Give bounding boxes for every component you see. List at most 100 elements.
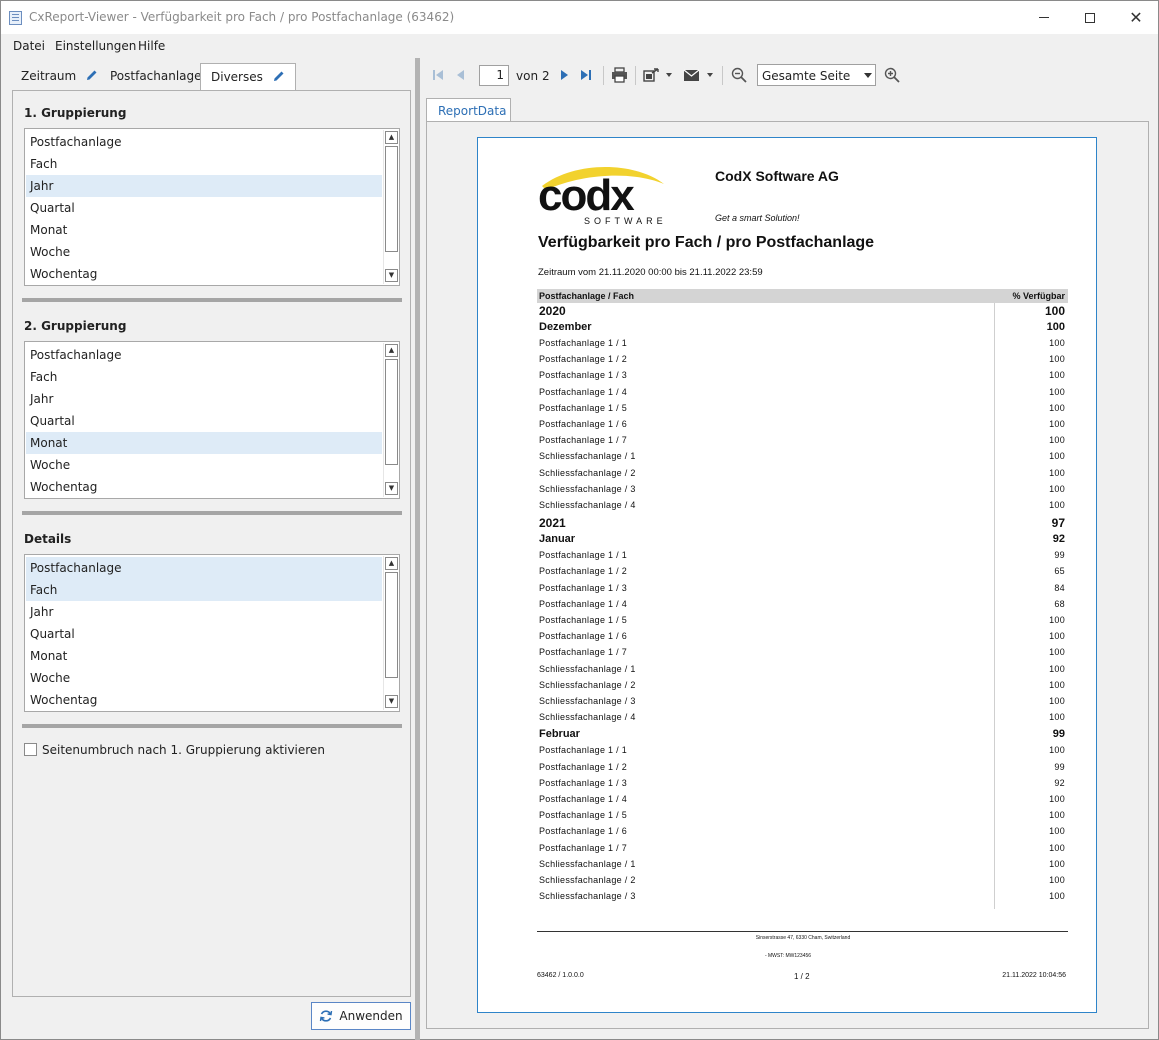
menu-datei[interactable]: Datei: [13, 39, 45, 53]
row-label: Postfachanlage 1 / 7: [539, 647, 628, 658]
menu-bar: Datei Einstellungen Hilfe: [1, 36, 1158, 58]
footer-version: 63462 / 1.0.0.0: [537, 972, 584, 979]
list-item[interactable]: Postfachanlage: [26, 557, 382, 579]
row-value: 99: [1054, 761, 1065, 772]
minimize-button[interactable]: [1021, 1, 1067, 34]
list-item[interactable]: Woche: [26, 241, 382, 263]
apply-button[interactable]: Anwenden: [311, 1002, 411, 1030]
list-splitter[interactable]: [22, 724, 402, 728]
list-item[interactable]: Woche: [26, 454, 382, 476]
next-page-button[interactable]: [558, 67, 572, 83]
list-item[interactable]: Fach: [26, 366, 382, 388]
scroll-up-icon[interactable]: ▲: [385, 131, 398, 144]
grouping-1-list[interactable]: Postfachanlage Fach Jahr Quartal Monat W…: [24, 128, 400, 286]
scrollbar[interactable]: ▲ ▼: [383, 130, 398, 284]
row-label: Januar: [539, 533, 576, 546]
row-value: 100: [1049, 679, 1065, 690]
row-value: 100: [1049, 858, 1065, 869]
list-item[interactable]: Jahr: [26, 175, 382, 197]
viewer-toolbar: 1 von 2 Gesamte Seite: [425, 61, 1155, 89]
diverses-panel: 1. Gruppierung Postfachanlage Fach Jahr …: [12, 90, 411, 997]
list-item[interactable]: Wochentag: [26, 476, 382, 498]
row-value: 100: [1049, 712, 1065, 723]
grouping-2-list[interactable]: Postfachanlage Fach Jahr Quartal Monat W…: [24, 341, 400, 499]
list-item[interactable]: Quartal: [26, 197, 382, 219]
page-break-checkbox[interactable]: [24, 743, 37, 756]
row-label: Postfachanlage 1 / 3: [539, 777, 628, 788]
zoom-out-button[interactable]: [731, 67, 747, 83]
list-item[interactable]: Woche: [26, 667, 382, 689]
tab-diverses[interactable]: Diverses: [200, 63, 296, 91]
scroll-thumb[interactable]: [385, 572, 398, 678]
column-divider: [994, 303, 995, 909]
print-button[interactable]: [611, 67, 628, 83]
scroll-down-icon[interactable]: ▼: [385, 695, 398, 708]
list-item[interactable]: Monat: [26, 219, 382, 241]
maximize-icon: [1085, 12, 1095, 23]
list-item[interactable]: Wochentag: [26, 689, 382, 711]
title-bar: CxReport-Viewer - Verfügbarkeit pro Fach…: [1, 1, 1158, 34]
group-title: 1. Gruppierung: [24, 106, 127, 120]
last-page-button[interactable]: [579, 67, 595, 83]
list-splitter[interactable]: [22, 511, 402, 515]
scrollbar[interactable]: ▲ ▼: [383, 343, 398, 497]
list-item[interactable]: Postfachanlage: [26, 131, 382, 153]
row-value: 100: [1046, 321, 1065, 333]
details-list[interactable]: Postfachanlage Fach Jahr Quartal Monat W…: [24, 554, 400, 712]
codx-logo-icon: codx SOFTWARE: [538, 167, 664, 226]
list-item[interactable]: Monat: [26, 432, 382, 454]
tab-reportdata[interactable]: ReportData: [426, 98, 511, 121]
row-label: Schliessfachanlage / 1: [539, 858, 636, 869]
zoom-in-button[interactable]: [884, 67, 900, 83]
scrollbar[interactable]: ▲ ▼: [383, 556, 398, 710]
list-item[interactable]: Quartal: [26, 623, 382, 645]
scroll-up-icon[interactable]: ▲: [385, 557, 398, 570]
close-icon: ✕: [1129, 8, 1143, 27]
list-splitter[interactable]: [22, 298, 402, 302]
row-label: Postfachanlage 1 / 4: [539, 794, 628, 804]
page-number-input[interactable]: 1: [479, 65, 509, 86]
list-item[interactable]: Fach: [26, 579, 382, 601]
list-item[interactable]: Postfachanlage: [26, 344, 382, 366]
tab-postfachanlage[interactable]: Postfachanlage: [100, 63, 212, 90]
printer-icon: [612, 67, 627, 83]
panel-splitter[interactable]: [415, 58, 420, 1040]
maximize-button[interactable]: [1067, 1, 1113, 34]
row-value: 100: [1049, 810, 1065, 821]
row-label: Schliessfachanlage / 1: [539, 663, 636, 674]
list-item[interactable]: Wochentag: [26, 263, 382, 285]
first-page-button[interactable]: [431, 67, 445, 83]
scroll-up-icon[interactable]: ▲: [385, 344, 398, 357]
list-item[interactable]: Jahr: [26, 388, 382, 410]
scroll-thumb[interactable]: [385, 359, 398, 465]
zoom-select[interactable]: Gesamte Seite: [757, 64, 876, 86]
menu-hilfe[interactable]: Hilfe: [138, 39, 165, 53]
row-value: 100: [1049, 891, 1065, 902]
scroll-down-icon[interactable]: ▼: [385, 269, 398, 282]
export-button[interactable]: [643, 67, 673, 83]
row-label: Postfachanlage 1 / 1: [539, 745, 628, 756]
list-item[interactable]: Fach: [26, 153, 382, 175]
toolbar-separator: [635, 66, 636, 85]
list-item[interactable]: Jahr: [26, 601, 382, 623]
prev-page-icon: [457, 70, 464, 80]
row-label: Postfachanlage 1 / 6: [539, 419, 628, 429]
email-button[interactable]: [683, 67, 715, 83]
table-header: Postfachanlage / Fach % Verfügbar: [537, 289, 1068, 303]
report-period: Zeitraum vom 21.11.2020 00:00 bis 21.11.…: [538, 267, 763, 278]
scroll-down-icon[interactable]: ▼: [385, 482, 398, 495]
scroll-thumb[interactable]: [385, 146, 398, 252]
tab-zeitraum[interactable]: Zeitraum: [11, 63, 108, 90]
menu-einstellungen[interactable]: Einstellungen: [55, 39, 136, 53]
row-value: 100: [1044, 304, 1065, 318]
list-item[interactable]: Monat: [26, 645, 382, 667]
row-value: 100: [1049, 500, 1065, 510]
envelope-icon: [683, 69, 713, 81]
close-button[interactable]: ✕: [1113, 1, 1159, 34]
row-label: Schliessfachanlage / 3: [539, 696, 636, 706]
tab-label: Diverses: [211, 70, 263, 84]
report-title: Verfügbarkeit pro Fach / pro Postfachanl…: [538, 234, 875, 251]
row-value: 68: [1054, 598, 1065, 609]
prev-page-button[interactable]: [454, 67, 468, 83]
list-item[interactable]: Quartal: [26, 410, 382, 432]
